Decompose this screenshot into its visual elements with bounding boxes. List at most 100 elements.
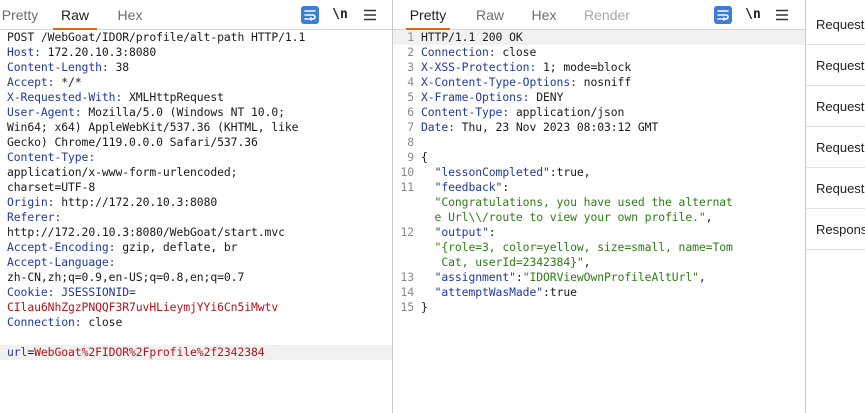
code-token: X-Frame-Options: <box>421 90 537 104</box>
code-text: "{role=3, color=yellow, size=small, name… <box>421 240 805 255</box>
code-token: Content-Type: <box>421 105 516 119</box>
response-tab-raw[interactable]: Raw <box>468 0 512 29</box>
line-number: 7 <box>407 120 414 134</box>
hamburger-menu-icon[interactable] <box>362 6 378 24</box>
code-token: 38 <box>115 60 130 74</box>
code-text: url=WebGoat%2FIDOR%2Fprofile%2f2342384 <box>7 345 392 360</box>
code-text: } <box>421 300 805 315</box>
code-token: "attemptWasMade" <box>434 285 544 299</box>
code-token: POST /WebGoat/IDOR/profile/alt-path HTTP… <box>7 30 306 44</box>
code-line: 2 Connection: close <box>393 45 805 60</box>
newline-toggle-button[interactable]: \n <box>743 6 763 24</box>
code-token: application/json <box>515 105 625 119</box>
code-token: , <box>705 210 713 224</box>
wrap-lines-icon[interactable] <box>714 6 732 24</box>
code-line: Accept: */* <box>0 75 392 90</box>
code-line: 7 Date: Thu, 23 Nov 2023 08:03:12 GMT <box>393 120 805 135</box>
code-line: Host: 172.20.10.3:8080 <box>0 45 392 60</box>
code-token: 1; mode=block <box>543 60 632 74</box>
code-token: :true, <box>549 165 591 179</box>
code-text: HTTP/1.1 200 OK <box>421 30 805 45</box>
code-token: User-Agent: <box>7 105 89 119</box>
code-text: Accept: */* <box>7 75 392 90</box>
code-text: Referer: <box>7 210 392 225</box>
code-token: Connection: <box>7 315 89 329</box>
code-line: Accept-Language: <box>0 255 392 270</box>
code-text: Win64; x64) AppleWebKit/537.36 (KHTML, l… <box>7 120 392 135</box>
code-text: Connection: close <box>421 45 805 60</box>
code-token: Content-Type: <box>7 150 96 164</box>
code-token: Accept-Language: <box>7 255 116 269</box>
hamburger-menu-icon[interactable] <box>774 6 790 24</box>
code-text: X-Requested-With: XMLHttpRequest <box>7 90 392 105</box>
response-editor[interactable]: 1 HTTP/1.1 200 OK 2 Connection: close 3 X-XSS… <box>393 30 805 413</box>
code-token: Referer: <box>7 210 62 224</box>
code-token: X-Requested-With: <box>7 90 129 104</box>
code-token: HTTP/1.1 200 OK <box>421 30 523 44</box>
code-line: X-Requested-With: XMLHttpRequest <box>0 90 392 105</box>
code-token: nosniff <box>583 75 632 89</box>
line-number: 11 <box>400 180 414 194</box>
code-token: gzip, deflate, br <box>122 240 238 254</box>
code-line: application/x-www-form-urlencoded; <box>0 165 392 180</box>
newline-toggle-button[interactable]: \n <box>330 6 350 24</box>
code-token: close <box>88 315 123 329</box>
code-text: Content-Type: <box>7 150 392 165</box>
code-line: http://172.20.10.3:8080/WebGoat/start.mv… <box>0 225 392 240</box>
code-text: application/x-www-form-urlencoded; <box>7 165 392 180</box>
response-tab-hex[interactable]: Hex <box>522 0 566 29</box>
code-text: zh-CN,zh;q=0.9,en-US;q=0.8,en;q=0.7 <box>7 270 392 285</box>
code-token: } <box>421 300 428 314</box>
code-text: Cookie: JSESSIONID= <box>7 285 392 300</box>
code-token: WebGoat%2FIDOR%2Fprofile%2f2342384 <box>34 345 265 359</box>
code-text: "output": <box>421 225 805 240</box>
code-line: Origin: http://172.20.10.3:8080 <box>0 195 392 210</box>
wrap-lines-icon[interactable] <box>301 6 319 24</box>
code-token: zh-CN,zh;q=0.9,en-US;q=0.8,en;q=0.7 <box>7 270 245 284</box>
code-text: "attemptWasMade":true <box>421 285 805 300</box>
request-tab-raw[interactable]: Raw <box>53 0 97 30</box>
code-line: 14 "attemptWasMade":true <box>393 285 805 300</box>
side-list-item[interactable]: Respons <box>806 209 865 250</box>
request-editor[interactable]: POST /WebGoat/IDOR/profile/alt-path HTTP… <box>0 30 392 413</box>
request-tab-pretty[interactable]: Pretty <box>0 0 42 29</box>
code-token: CIlau6NhZgzPNQQF3R7uvHLieymjYYi6Cn5iMwtv <box>7 300 279 314</box>
code-line: 10 "lessonCompleted":true, <box>393 165 805 180</box>
line-number: 3 <box>407 60 414 74</box>
code-token: Thu, 23 Nov 2023 08:03:12 GMT <box>461 120 659 134</box>
line-number: 2 <box>407 45 414 59</box>
response-tabbar: Pretty Raw Hex Render \n <box>393 0 805 30</box>
request-tab-hex[interactable]: Hex <box>108 0 152 29</box>
code-text: Content-Length: 38 <box>7 60 392 75</box>
side-list-item[interactable]: Request <box>806 4 865 45</box>
code-line: 6 Content-Type: application/json <box>393 105 805 120</box>
code-token: Origin: <box>7 195 62 209</box>
code-text: Gecko) Chrome/119.0.0.0 Safari/537.36 <box>7 135 392 150</box>
code-text: Cat, userId=2342384}", <box>421 255 805 270</box>
response-tab-pretty[interactable]: Pretty <box>406 0 450 30</box>
code-token: Accept-Encoding: <box>7 240 123 254</box>
code-text: Accept-Language: <box>7 255 392 270</box>
code-token: "{role=3, color=yellow, size=small, name… <box>421 240 733 254</box>
code-token: :true <box>543 285 577 299</box>
code-token: "output" <box>434 225 489 239</box>
code-token: Accept: <box>7 75 62 89</box>
code-line: Gecko) Chrome/119.0.0.0 Safari/537.36 <box>0 135 392 150</box>
side-list-item[interactable]: Request <box>806 86 865 127</box>
code-token: , <box>583 255 591 269</box>
code-line: Content-Length: 38 <box>0 60 392 75</box>
side-list-item[interactable]: Request <box>806 127 865 168</box>
code-token: , <box>698 270 706 284</box>
side-list: Request Request Request Request Request … <box>806 0 865 413</box>
side-list-item[interactable]: Request <box>806 45 865 86</box>
line-number: 5 <box>407 90 414 104</box>
side-list-item[interactable]: Request <box>806 168 865 209</box>
response-tab-render[interactable]: Render <box>579 0 635 29</box>
code-text: X-Frame-Options: DENY <box>421 90 805 105</box>
code-line: Win64; x64) AppleWebKit/537.36 (KHTML, l… <box>0 120 392 135</box>
code-line: url=WebGoat%2FIDOR%2Fprofile%2f2342384 <box>0 345 392 360</box>
code-text: e Url\\/route to view your own profile."… <box>421 210 805 225</box>
code-line: Accept-Encoding: gzip, deflate, br <box>0 240 392 255</box>
